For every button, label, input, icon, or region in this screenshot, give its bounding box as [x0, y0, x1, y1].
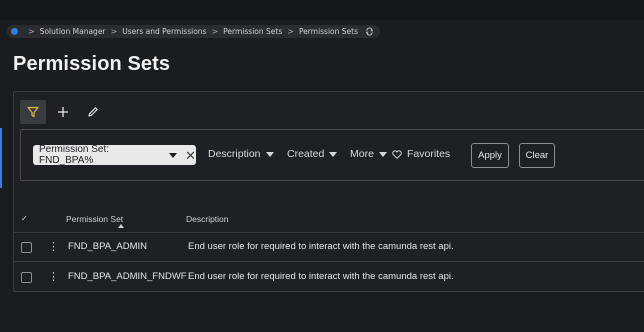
app-dot-icon — [11, 28, 18, 35]
breadcrumb-item-solution-manager[interactable]: Solution Manager — [40, 27, 106, 36]
breadcrumb: > Solution Manager > Users and Permissio… — [7, 25, 380, 38]
dropdown-label: More — [350, 148, 374, 160]
more-filter-dropdown[interactable]: More — [350, 148, 387, 160]
chevron-down-icon — [265, 151, 274, 157]
clear-button[interactable]: Clear — [519, 143, 555, 168]
chip-label: Permission Set: FND_BPA% — [39, 144, 110, 166]
breadcrumb-separator-icon: > — [211, 27, 219, 36]
apply-button[interactable]: Apply — [471, 143, 509, 168]
filter-icon — [27, 106, 39, 118]
permission-set-name[interactable]: FND_BPA_ADMIN_FNDWF — [68, 271, 187, 282]
sort-ascending-icon — [118, 224, 124, 228]
heart-icon — [392, 149, 402, 159]
chevron-down-icon — [329, 151, 338, 157]
breadcrumb-separator-icon: > — [287, 27, 294, 36]
column-header-permission-set[interactable]: Permission Set — [66, 214, 123, 224]
add-button[interactable] — [50, 100, 76, 124]
pencil-icon — [88, 107, 98, 117]
breadcrumb-separator-icon: > — [110, 27, 118, 36]
plus-icon — [58, 107, 68, 117]
permission-set-description: End user role for required to interact w… — [188, 241, 454, 252]
filter-button[interactable] — [20, 100, 46, 124]
page-title: Permission Sets — [13, 53, 171, 75]
side-accent-bar — [0, 128, 2, 188]
breadcrumb-item-users-and-permissions[interactable]: Users and Permissions — [122, 27, 206, 36]
dropdown-label: Created — [287, 148, 325, 160]
permission-set-filter-chip[interactable]: Permission Set: FND_BPA% ✕ — [33, 144, 196, 166]
row-checkbox[interactable] — [21, 272, 32, 283]
table-row[interactable]: ⋮ FND_BPA_ADMIN_FNDWF End user role for … — [14, 263, 644, 292]
column-header-description[interactable]: Description — [186, 214, 229, 224]
breadcrumb-separator-icon: > — [28, 27, 35, 36]
permission-set-description: End user role for required to interact w… — [188, 271, 454, 282]
kebab-menu-icon[interactable]: ⋮ — [48, 271, 59, 282]
refresh-icon[interactable] — [365, 27, 374, 36]
dropdown-label: Description — [208, 148, 261, 160]
top-bar — [0, 0, 644, 20]
toolbar — [20, 100, 106, 124]
favorites-label: Favorites — [407, 148, 451, 160]
edit-button[interactable] — [80, 100, 106, 124]
select-all-check-icon[interactable]: ✓ — [21, 214, 28, 223]
breadcrumb-item-current: Permission Sets — [298, 27, 358, 36]
close-icon[interactable]: ✕ — [185, 149, 196, 162]
chevron-down-icon — [378, 151, 387, 157]
chevron-down-icon[interactable] — [169, 152, 178, 158]
description-filter-dropdown[interactable]: Description — [208, 148, 274, 160]
permission-set-name[interactable]: FND_BPA_ADMIN — [68, 241, 147, 252]
row-checkbox[interactable] — [21, 242, 32, 253]
favorites-button[interactable]: Favorites — [392, 148, 450, 160]
table-row[interactable]: ⋮ FND_BPA_ADMIN End user role for requir… — [14, 233, 644, 262]
breadcrumb-item-permission-sets[interactable]: Permission Sets — [223, 27, 282, 36]
kebab-menu-icon[interactable]: ⋮ — [48, 241, 59, 252]
created-filter-dropdown[interactable]: Created — [287, 148, 338, 160]
